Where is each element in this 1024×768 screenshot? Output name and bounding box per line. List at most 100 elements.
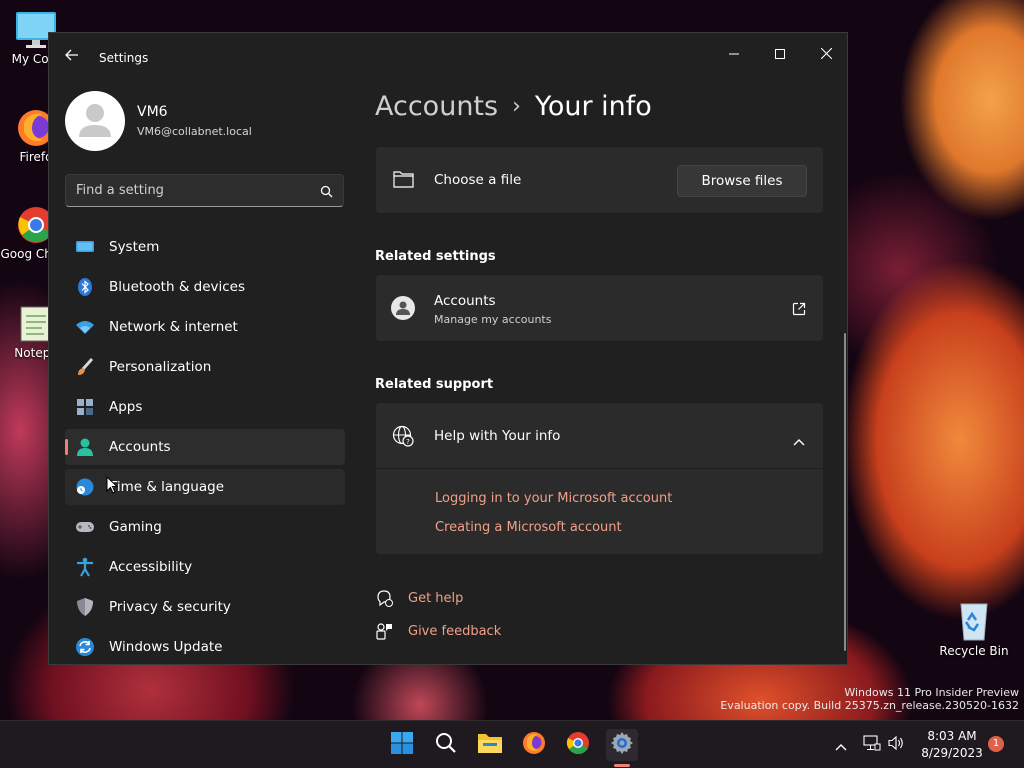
search-icon — [435, 732, 457, 758]
sidebar-item-privacy[interactable]: Privacy & security — [65, 589, 345, 625]
sidebar-item-bluetooth[interactable]: Bluetooth & devices — [65, 269, 345, 305]
taskbar-firefox[interactable] — [518, 729, 550, 761]
sidebar-item-accounts[interactable]: Accounts — [65, 429, 345, 465]
close-button[interactable] — [803, 37, 847, 69]
chevron-up-icon — [793, 431, 805, 450]
sidebar-item-personalization[interactable]: Personalization — [65, 349, 345, 385]
windows-logo-icon — [390, 731, 414, 759]
chevron-up-icon — [835, 736, 847, 755]
sidebar-item-label: Time & language — [109, 479, 225, 495]
breadcrumb: Accounts › Your info — [375, 91, 652, 122]
desktop-icon-label: Recycle Bin — [939, 644, 1009, 658]
firefox-icon — [522, 731, 546, 759]
sidebar-item-label: Network & internet — [109, 319, 238, 335]
watermark-line-2: Evaluation copy. Build 25375.zn_release.… — [720, 699, 1019, 712]
user-email: VM6@collabnet.local — [137, 125, 252, 138]
sidebar-item-label: Bluetooth & devices — [109, 279, 246, 295]
recycle-bin-icon — [956, 598, 992, 642]
breadcrumb-separator: › — [512, 94, 521, 119]
maximize-button[interactable] — [757, 37, 803, 69]
sidebar-item-label: Accounts — [109, 439, 171, 455]
sidebar-item-windows-update[interactable]: Windows Update — [65, 629, 345, 664]
minimize-button[interactable] — [711, 37, 757, 69]
globe-clock-icon — [75, 477, 95, 497]
network-icon — [863, 735, 881, 755]
taskbar-search-button[interactable] — [430, 729, 462, 761]
search-box — [65, 174, 344, 207]
sidebar-item-label: Accessibility — [109, 559, 193, 575]
content-scrollbar[interactable] — [844, 333, 846, 651]
chrome-icon — [566, 731, 590, 759]
arrow-left-icon — [65, 47, 79, 66]
watermark-line-1: Windows 11 Pro Insider Preview — [844, 686, 1019, 699]
sidebar-item-label: Personalization — [109, 359, 212, 375]
avatar — [65, 91, 125, 151]
sidebar-item-label: Apps — [109, 399, 143, 415]
back-button[interactable] — [61, 45, 83, 67]
browse-files-button[interactable]: Browse files — [677, 165, 807, 197]
sidebar-item-network[interactable]: Network & internet — [65, 309, 345, 345]
volume-tray-button[interactable] — [880, 729, 912, 761]
svg-text:?: ? — [406, 438, 410, 446]
accounts-link-card[interactable]: Accounts Manage my accounts — [376, 275, 823, 341]
get-help-link[interactable]: Get help — [408, 591, 463, 606]
user-name: VM6 — [137, 104, 168, 120]
speaker-icon — [887, 735, 905, 755]
person-icon — [391, 296, 415, 324]
sidebar-item-label: Gaming — [109, 519, 162, 535]
give-feedback-link[interactable]: Give feedback — [408, 624, 501, 639]
os-watermark: Windows 11 Pro Insider Preview Evaluatio… — [720, 686, 1019, 712]
app-title: Settings — [99, 51, 149, 65]
start-button[interactable] — [386, 729, 418, 761]
maximize-icon — [775, 44, 785, 63]
person-icon — [65, 104, 125, 151]
get-help-icon — [375, 589, 393, 611]
sidebar-item-apps[interactable]: Apps — [65, 389, 345, 425]
related-settings-heading: Related settings — [375, 249, 496, 264]
paintbrush-icon — [75, 357, 95, 377]
help-expander-title: Help with Your info — [434, 428, 561, 444]
desktop-icon-recycle-bin[interactable]: Recycle Bin — [938, 598, 1010, 658]
accounts-link-title: Accounts — [434, 293, 496, 309]
minimize-icon — [729, 44, 739, 63]
title-bar: Settings — [49, 33, 847, 83]
choose-file-card: Choose a file Browse files — [376, 147, 823, 213]
user-profile[interactable]: VM6 VM6@collabnet.local — [65, 91, 365, 151]
settings-window: Settings VM6 VM6@collabnet.local Syste — [48, 32, 848, 665]
help-link-logging-in[interactable]: Logging in to your Microsoft account — [435, 491, 672, 506]
help-link-creating-account[interactable]: Creating a Microsoft account — [435, 520, 622, 535]
monitor-icon — [75, 237, 95, 257]
feedback-icon — [375, 622, 393, 644]
folder-icon — [477, 732, 503, 758]
clock-time: 8:03 AM — [927, 729, 977, 743]
search-icon[interactable] — [320, 183, 333, 202]
sidebar-item-label: Privacy & security — [109, 599, 231, 615]
taskbar-chrome[interactable] — [562, 729, 594, 761]
sidebar-item-system[interactable]: System — [65, 229, 345, 265]
breadcrumb-parent[interactable]: Accounts — [375, 91, 498, 122]
apps-icon — [75, 397, 95, 417]
sidebar-item-label: System — [109, 239, 160, 255]
globe-help-icon: ? — [392, 425, 414, 451]
gear-icon — [610, 731, 634, 759]
sidebar-item-gaming[interactable]: Gaming — [65, 509, 345, 545]
external-link-icon — [792, 301, 806, 320]
show-hidden-icons-button[interactable] — [825, 729, 857, 761]
accounts-link-subtitle: Manage my accounts — [434, 313, 552, 326]
mouse-cursor-icon — [106, 475, 119, 498]
close-icon — [820, 44, 832, 63]
taskbar-settings[interactable] — [606, 729, 638, 761]
active-app-indicator — [614, 764, 630, 767]
help-expander-header[interactable]: ? Help with Your info — [376, 403, 823, 469]
related-support-heading: Related support — [375, 377, 494, 392]
accessibility-icon — [75, 557, 95, 577]
notification-badge[interactable]: 1 — [988, 736, 1004, 752]
choose-file-label: Choose a file — [434, 172, 522, 188]
sidebar-item-accessibility[interactable]: Accessibility — [65, 549, 345, 585]
search-input[interactable] — [66, 175, 306, 206]
person-icon — [75, 437, 95, 457]
taskbar-file-explorer[interactable] — [474, 729, 506, 761]
folder-icon — [393, 170, 414, 192]
gamepad-icon — [75, 517, 95, 537]
update-icon — [75, 637, 95, 657]
